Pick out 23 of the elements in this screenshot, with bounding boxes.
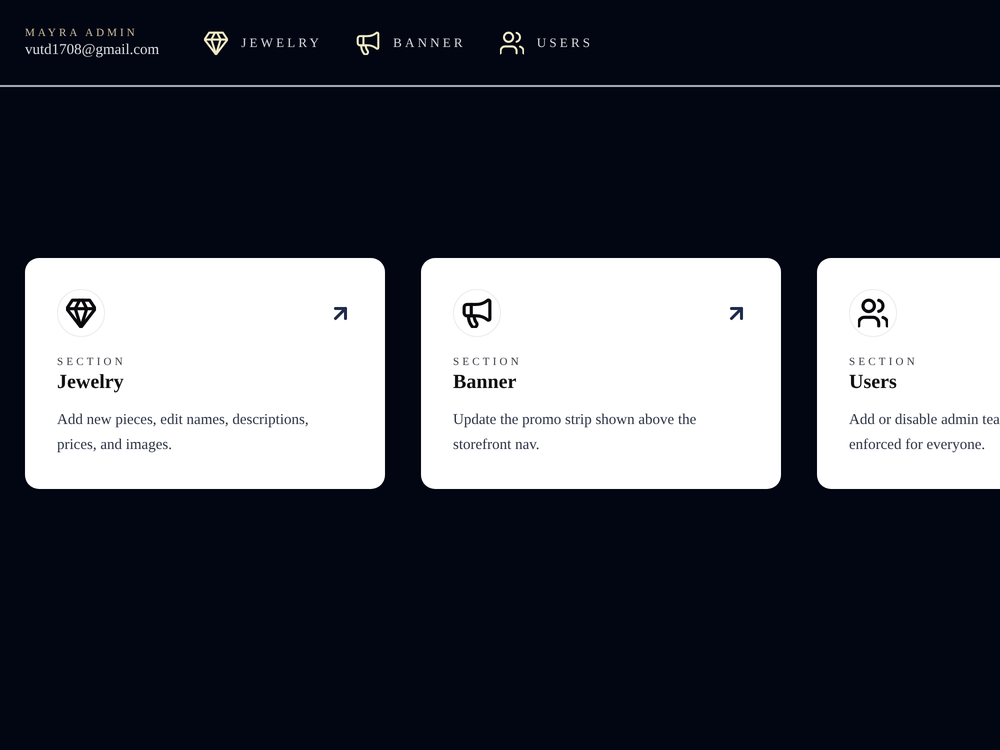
nav-link[interactable]: JEWELRY [204, 29, 322, 57]
card-description: Add new pieces, edit names, descriptions, prices, and images. [57, 411, 310, 455]
nav-link[interactable]: USERS [500, 29, 594, 57]
users-icon [500, 31, 524, 55]
gem-icon [57, 289, 105, 337]
admin-name: MAYRA ADMIN [25, 26, 139, 40]
section-label: SECTION [453, 355, 523, 369]
megaphone-icon [356, 31, 380, 55]
card-title: Jewelry [57, 370, 125, 394]
card-description: Update the promo strip shown above the storefront nav. [453, 411, 698, 455]
section-card[interactable]: SECTION Jewelry Add new pieces, edit names, descriptions, prices, and images. [25, 258, 385, 489]
megaphone-icon [453, 289, 501, 337]
card-title: Banner [453, 370, 518, 394]
user-email: vutd1708@gmail.com [25, 40, 160, 60]
section-card[interactable]: SECTION Users Add or disable admin tea enforced for everyone. [817, 258, 1000, 489]
section-label: SECTION [57, 355, 127, 369]
users-icon [849, 289, 897, 337]
section-label: SECTION [849, 355, 919, 369]
section-card[interactable]: SECTION Banner Update the promo strip shown above the storefront nav. [421, 258, 781, 489]
nav-link[interactable]: BANNER [356, 29, 466, 57]
card-title: Users [849, 370, 898, 394]
gem-icon [204, 31, 228, 55]
card-description: Add or disable admin tea enforced for everyone. [849, 411, 1000, 455]
